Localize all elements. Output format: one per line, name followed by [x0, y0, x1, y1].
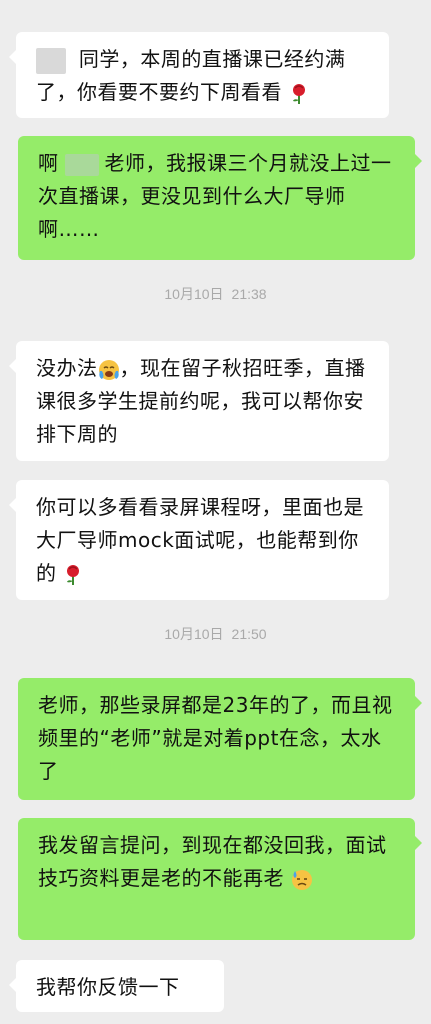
timestamp-date: 10月10日 — [164, 286, 224, 302]
timestamp: 10月10日 21:38 — [0, 284, 431, 304]
message-prefix: 没办法 — [36, 356, 98, 380]
message-text: 我发留言提问，到现在都没回我，面试技巧资料更是老的不能再老 — [38, 833, 387, 890]
message-text: 老师，那些录屏都是23年的了，而且视频里的“老师”就是对着ppt在念，太水了 — [38, 693, 393, 783]
rose-icon — [63, 564, 83, 586]
message-bubble-outgoing[interactable]: 啊老师，我报课三个月就没上过一次直播课，更没见到什么大厂导师啊…… — [18, 136, 422, 260]
message-text: 你可以多看看录屏课程呀，里面也是大厂导师mock面试呢，也能帮到你的 — [36, 495, 364, 585]
redacted-name — [64, 153, 99, 176]
message-bubble-outgoing[interactable]: 老师，那些录屏都是23年的了，而且视频里的“老师”就是对着ppt在念，太水了 — [18, 678, 422, 800]
rose-icon — [289, 83, 309, 105]
message-text: 我帮你反馈一下 — [36, 975, 180, 999]
crying-face-icon — [98, 359, 120, 381]
timestamp-time: 21:50 — [231, 626, 267, 642]
redacted-name — [36, 47, 66, 74]
timestamp: 10月10日 21:50 — [0, 624, 431, 644]
message-prefix: 啊 — [38, 151, 59, 175]
message-bubble-incoming[interactable]: 你可以多看看录屏课程呀，里面也是大厂导师mock面试呢，也能帮到你的 — [9, 480, 389, 600]
message-bubble-outgoing[interactable]: 我发留言提问，到现在都没回我，面试技巧资料更是老的不能再老 — [18, 818, 422, 940]
message-bubble-incoming[interactable]: 没办法 ，现在留子秋招旺季，直播课很多学生提前约呢，我可以帮你安排下周的 — [9, 341, 389, 461]
sweat-face-icon — [291, 869, 313, 891]
message-bubble-incoming[interactable]: 同学，本周的直播课已经约满了，你看要不要约下周看看 — [9, 32, 389, 118]
timestamp-time: 21:38 — [231, 286, 267, 302]
message-bubble-incoming[interactable]: 我帮你反馈一下 — [9, 960, 224, 1012]
timestamp-date: 10月10日 — [164, 626, 224, 642]
